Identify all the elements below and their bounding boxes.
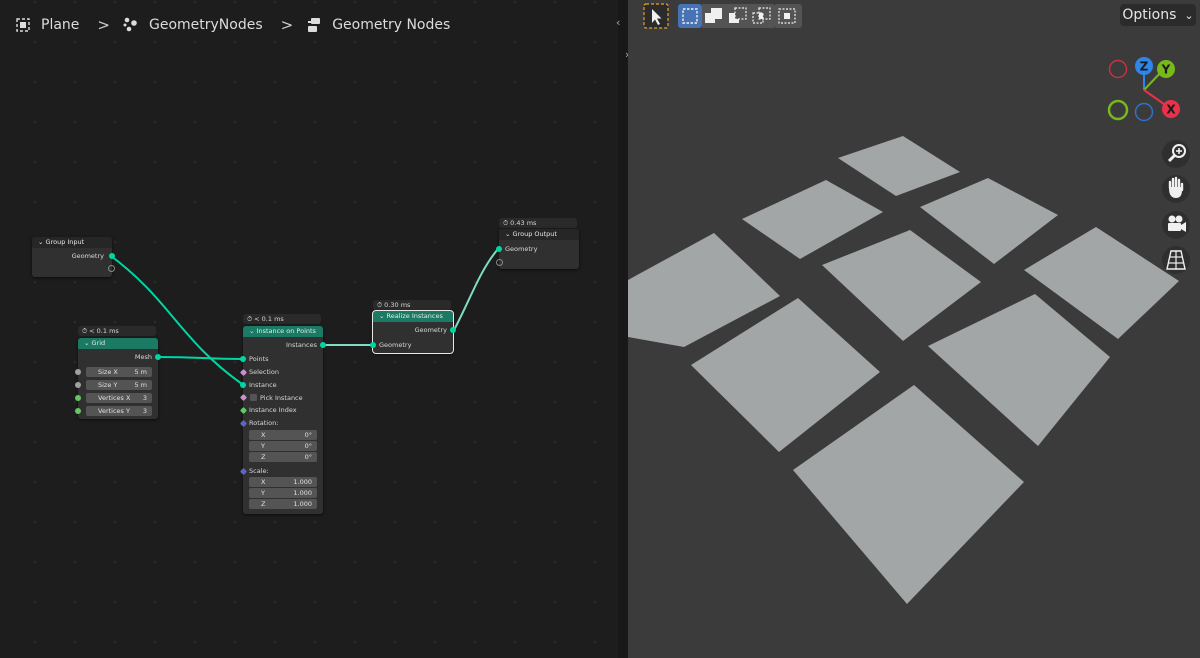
- stopwatch-icon: ⏱: [503, 219, 509, 227]
- rotation-x-field[interactable]: X 0°: [249, 430, 317, 440]
- node-timing: ⏱ < 0.1 ms: [78, 326, 156, 336]
- node-header[interactable]: ⌄ Realize Instances: [373, 311, 453, 322]
- vertices-x-field[interactable]: Vertices X3: [86, 393, 152, 403]
- node-header[interactable]: ⌄ Grid: [78, 338, 158, 349]
- scale-y-field[interactable]: Y 1.000: [249, 488, 317, 498]
- input-socket-points[interactable]: [240, 356, 246, 362]
- collapse-chevron-icon[interactable]: ⌄: [38, 238, 43, 246]
- socket-label: Selection: [249, 368, 279, 376]
- node-title: Group Output: [512, 230, 557, 238]
- node-header[interactable]: ⌄ Group Input: [32, 237, 112, 248]
- section-label: Scale:: [249, 467, 269, 475]
- axis-x-label: X: [1166, 103, 1176, 117]
- socket-label: Instance: [249, 381, 277, 389]
- viewport-navigation-buttons: [1162, 140, 1190, 274]
- axis-neg-x-icon[interactable]: [1108, 59, 1128, 79]
- output-socket-empty[interactable]: [108, 265, 115, 272]
- stopwatch-icon: ⏱: [377, 301, 383, 309]
- stopwatch-icon: ⏱: [247, 315, 253, 323]
- area-divider[interactable]: [618, 0, 628, 658]
- input-socket-size-x[interactable]: [75, 369, 81, 375]
- realize-instances-node[interactable]: ⌄ Realize Instances Geometry Geometry: [370, 310, 456, 354]
- pick-instance-checkbox[interactable]: [250, 394, 257, 401]
- vertices-y-field[interactable]: Vertices Y3: [86, 406, 152, 416]
- link-grid-mesh-to-points: [157, 356, 243, 360]
- size-x-field[interactable]: Size X5 m: [86, 367, 152, 377]
- scale-x-field[interactable]: X 1.000: [249, 477, 317, 487]
- group-output-node[interactable]: ⌄ Group Output Geometry: [496, 229, 579, 269]
- size-y-field[interactable]: Size Y5 m: [86, 380, 152, 390]
- rotation-y-field[interactable]: Y 0°: [249, 441, 317, 451]
- output-socket-instances[interactable]: [320, 342, 326, 348]
- output-socket-geometry[interactable]: [109, 253, 115, 259]
- node-header[interactable]: ⌄ Group Output: [499, 229, 579, 240]
- camera-icon[interactable]: [1162, 211, 1190, 239]
- input-socket-geometry[interactable]: [370, 342, 376, 348]
- input-socket-instance[interactable]: [240, 382, 246, 388]
- axis-neg-z-icon[interactable]: [1134, 102, 1154, 122]
- collapse-chevron-icon[interactable]: ⌄: [249, 327, 254, 335]
- node-timing: ⏱ 0.43 ms: [499, 218, 577, 228]
- node-title: Grid: [91, 339, 106, 347]
- collapse-chevron-icon[interactable]: ⌄: [379, 312, 384, 320]
- node-title: Instance on Points: [256, 327, 316, 335]
- input-socket-geometry[interactable]: [496, 246, 502, 252]
- axis-y-label: Y: [1161, 63, 1171, 77]
- socket-label: Geometry: [505, 245, 538, 253]
- node-timing: ⏱ 0.30 ms: [373, 300, 451, 310]
- socket-label: Geometry: [71, 252, 104, 260]
- plane-instance[interactable]: [822, 230, 981, 341]
- socket-label: Instance Index: [249, 406, 297, 414]
- node-editor[interactable]: Plane > GeometryNodes > Geometry Nodes ⌄…: [0, 0, 618, 658]
- node-header[interactable]: ⌄ Instance on Points: [243, 326, 323, 337]
- input-socket-empty[interactable]: [496, 259, 503, 266]
- output-socket-mesh[interactable]: [155, 354, 161, 360]
- socket-label: Instances: [285, 341, 317, 349]
- collapse-left-arrow-icon[interactable]: ‹: [616, 16, 620, 29]
- collapse-chevron-icon[interactable]: ⌄: [505, 230, 510, 238]
- node-title: Realize Instances: [386, 312, 443, 320]
- socket-label: Points: [249, 355, 269, 363]
- plane-instance[interactable]: [920, 178, 1058, 264]
- plane-instance[interactable]: [742, 180, 883, 259]
- socket-label: Pick Instance: [260, 394, 303, 402]
- link-realize-to-group-output: [453, 248, 499, 331]
- zoom-icon[interactable]: [1162, 140, 1190, 168]
- instance-on-points-node[interactable]: ⌄ Instance on Points Instances Points Se…: [239, 326, 326, 514]
- output-socket-geometry[interactable]: [450, 327, 456, 333]
- 3d-viewport[interactable]: Options ⌄ Z Y X: [628, 0, 1200, 658]
- input-socket-size-y[interactable]: [75, 382, 81, 388]
- plane-instance[interactable]: [793, 385, 1024, 604]
- scale-z-field[interactable]: Z 1.000: [249, 499, 317, 509]
- node-title: Group Input: [45, 238, 85, 246]
- input-socket-vertices-y[interactable]: [75, 408, 81, 414]
- group-input-node[interactable]: ⌄ Group Input Geometry: [32, 237, 115, 277]
- rotation-z-field[interactable]: Z 0°: [249, 452, 317, 462]
- input-socket-vertices-x[interactable]: [75, 395, 81, 401]
- collapse-chevron-icon[interactable]: ⌄: [84, 339, 89, 347]
- node-timing: ⏱ < 0.1 ms: [243, 314, 321, 324]
- plane-instance[interactable]: [838, 136, 960, 196]
- socket-label: Geometry: [414, 326, 447, 334]
- socket-label: Mesh: [134, 353, 152, 361]
- perspective-grid-icon[interactable]: [1162, 246, 1190, 274]
- socket-label: Geometry: [379, 341, 412, 349]
- axis-z-label: Z: [1140, 60, 1149, 74]
- pan-hand-icon[interactable]: [1162, 175, 1190, 203]
- section-label: Rotation:: [249, 419, 279, 427]
- stopwatch-icon: ⏱: [82, 327, 88, 335]
- grid-node[interactable]: ⌄ Grid Mesh Size X5 m Size Y5 m Vertices…: [75, 338, 161, 419]
- navigation-gizmo[interactable]: Z Y X: [1104, 52, 1194, 127]
- axis-neg-y-icon[interactable]: [1107, 99, 1129, 121]
